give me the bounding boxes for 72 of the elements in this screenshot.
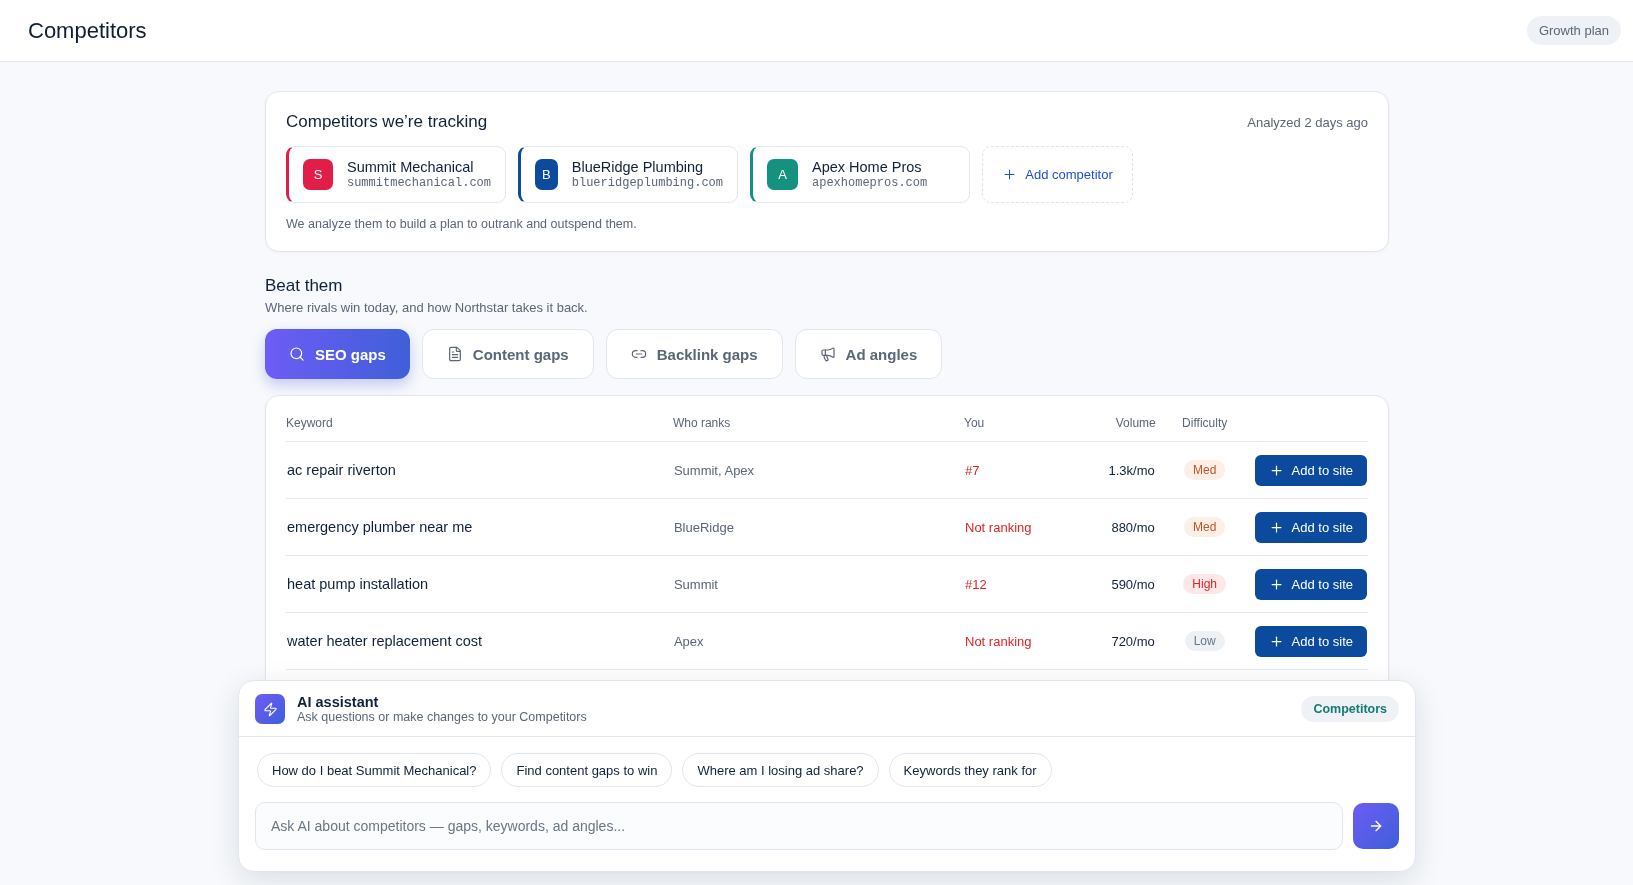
send-button[interactable] (1353, 803, 1399, 849)
difficulty-badge: High (1183, 574, 1226, 594)
who-ranks-cell: BlueRidge (673, 519, 734, 535)
who-ranks-cell: Summit (673, 576, 718, 592)
column-header: Difficulty (1182, 416, 1228, 430)
column-header: Keyword (286, 416, 333, 430)
assistant-title: AI assistant (297, 694, 380, 710)
rank-cell: Not ranking (965, 633, 1032, 649)
megaphone-icon (819, 346, 836, 362)
difficulty-badge: Med (1184, 460, 1226, 480)
keyword-cell: heat pump installation (287, 576, 429, 592)
column-header: You (964, 416, 985, 430)
add-to-site-button[interactable]: Add to site (1254, 511, 1367, 543)
rank-cell: #12 (965, 576, 987, 592)
section-title: Beat them (265, 276, 344, 296)
document-icon (446, 346, 463, 362)
plus-icon (1002, 167, 1018, 182)
add-to-site-button[interactable]: Add to site (1254, 454, 1367, 486)
competitor-card[interactable]: A Apex Home Pros apexhomepros.com (750, 146, 970, 203)
context-tag: Competitors (1301, 696, 1399, 722)
competitor-card[interactable]: S Summit Mechanical summitmechanical.com (286, 146, 506, 203)
who-ranks-cell: Summit, Apex (673, 462, 755, 478)
tracking-note: We analyze them to build a plan to outrank and outspend them. (286, 217, 638, 231)
difficulty-badge: Med (1184, 517, 1226, 537)
section-subtitle: Where rivals win today, and how Northstar takes it back. (265, 300, 589, 315)
arrow-icon (1368, 818, 1384, 834)
plus-icon (1268, 519, 1284, 535)
keyword-cell: water heater replacement cost (287, 633, 483, 649)
plus-icon (1268, 576, 1284, 592)
competitor-name: Apex Home Pros (812, 159, 923, 175)
competitor-domain: blueridgeplumbing.com (571, 176, 723, 190)
add-to-site-button[interactable]: Add to site (1254, 625, 1367, 657)
who-ranks-cell: Apex (673, 633, 704, 649)
competitor-card[interactable]: B BlueRidge Plumbing blueridgeplumbing.com (518, 146, 738, 203)
volume-cell: 880/mo (1111, 519, 1155, 535)
assistant-subtitle: Ask questions or make changes to your Competitors (297, 710, 588, 724)
volume-cell: 720/mo (1111, 633, 1155, 649)
competitor-avatar: B (535, 159, 558, 190)
competitor-avatar: S (303, 159, 333, 190)
competitor-avatar: A (767, 159, 798, 190)
suggestion-chip[interactable]: Where am I losing ad share? (682, 753, 879, 787)
plan-button[interactable]: Growth plan (1526, 16, 1621, 45)
keyword-cell: ac repair riverton (287, 462, 396, 478)
analyzed-time: Analyzed 2 days ago (1247, 114, 1368, 130)
tab[interactable]: SEO gaps (265, 329, 410, 379)
column-header: Volume (1115, 416, 1156, 430)
add-to-site-button[interactable]: Add to site (1254, 568, 1367, 600)
volume-cell: 1.3k/mo (1108, 462, 1155, 478)
rank-cell: Not ranking (965, 519, 1032, 535)
competitor-name: Summit Mechanical (346, 159, 475, 175)
page-title: Competitors (28, 17, 147, 44)
add-competitor-button[interactable]: Add competitor (982, 146, 1133, 203)
competitor-domain: apexhomepros.com (812, 176, 928, 190)
tab[interactable]: Ad angles (794, 329, 943, 379)
tab[interactable]: Content gaps (421, 329, 594, 379)
competitor-name: BlueRidge Plumbing (571, 159, 705, 175)
suggestion-chip[interactable]: How do I beat Summit Mechanical? (257, 753, 492, 787)
suggestion-chip[interactable]: Keywords they rank for (888, 753, 1052, 787)
tab[interactable]: Backlink gaps (605, 329, 783, 379)
volume-cell: 590/mo (1111, 576, 1155, 592)
search-icon (289, 346, 305, 362)
ask-field[interactable]: Ask AI about competitors — gaps, keywords, ad angles... (255, 802, 1343, 850)
plus-icon (1268, 462, 1284, 478)
plus-icon (1268, 633, 1284, 649)
competitor-domain: summitmechanical.com (346, 176, 491, 190)
keyword-cell: emergency plumber near me (287, 519, 473, 535)
difficulty-badge: Low (1184, 631, 1225, 651)
lightning-icon (255, 694, 285, 724)
rank-cell: #7 (965, 462, 980, 478)
suggestion-chip[interactable]: Find content gaps to win (501, 753, 673, 787)
column-header: Who ranks (672, 416, 731, 430)
card-title: Competitors we’re tracking (286, 112, 488, 132)
